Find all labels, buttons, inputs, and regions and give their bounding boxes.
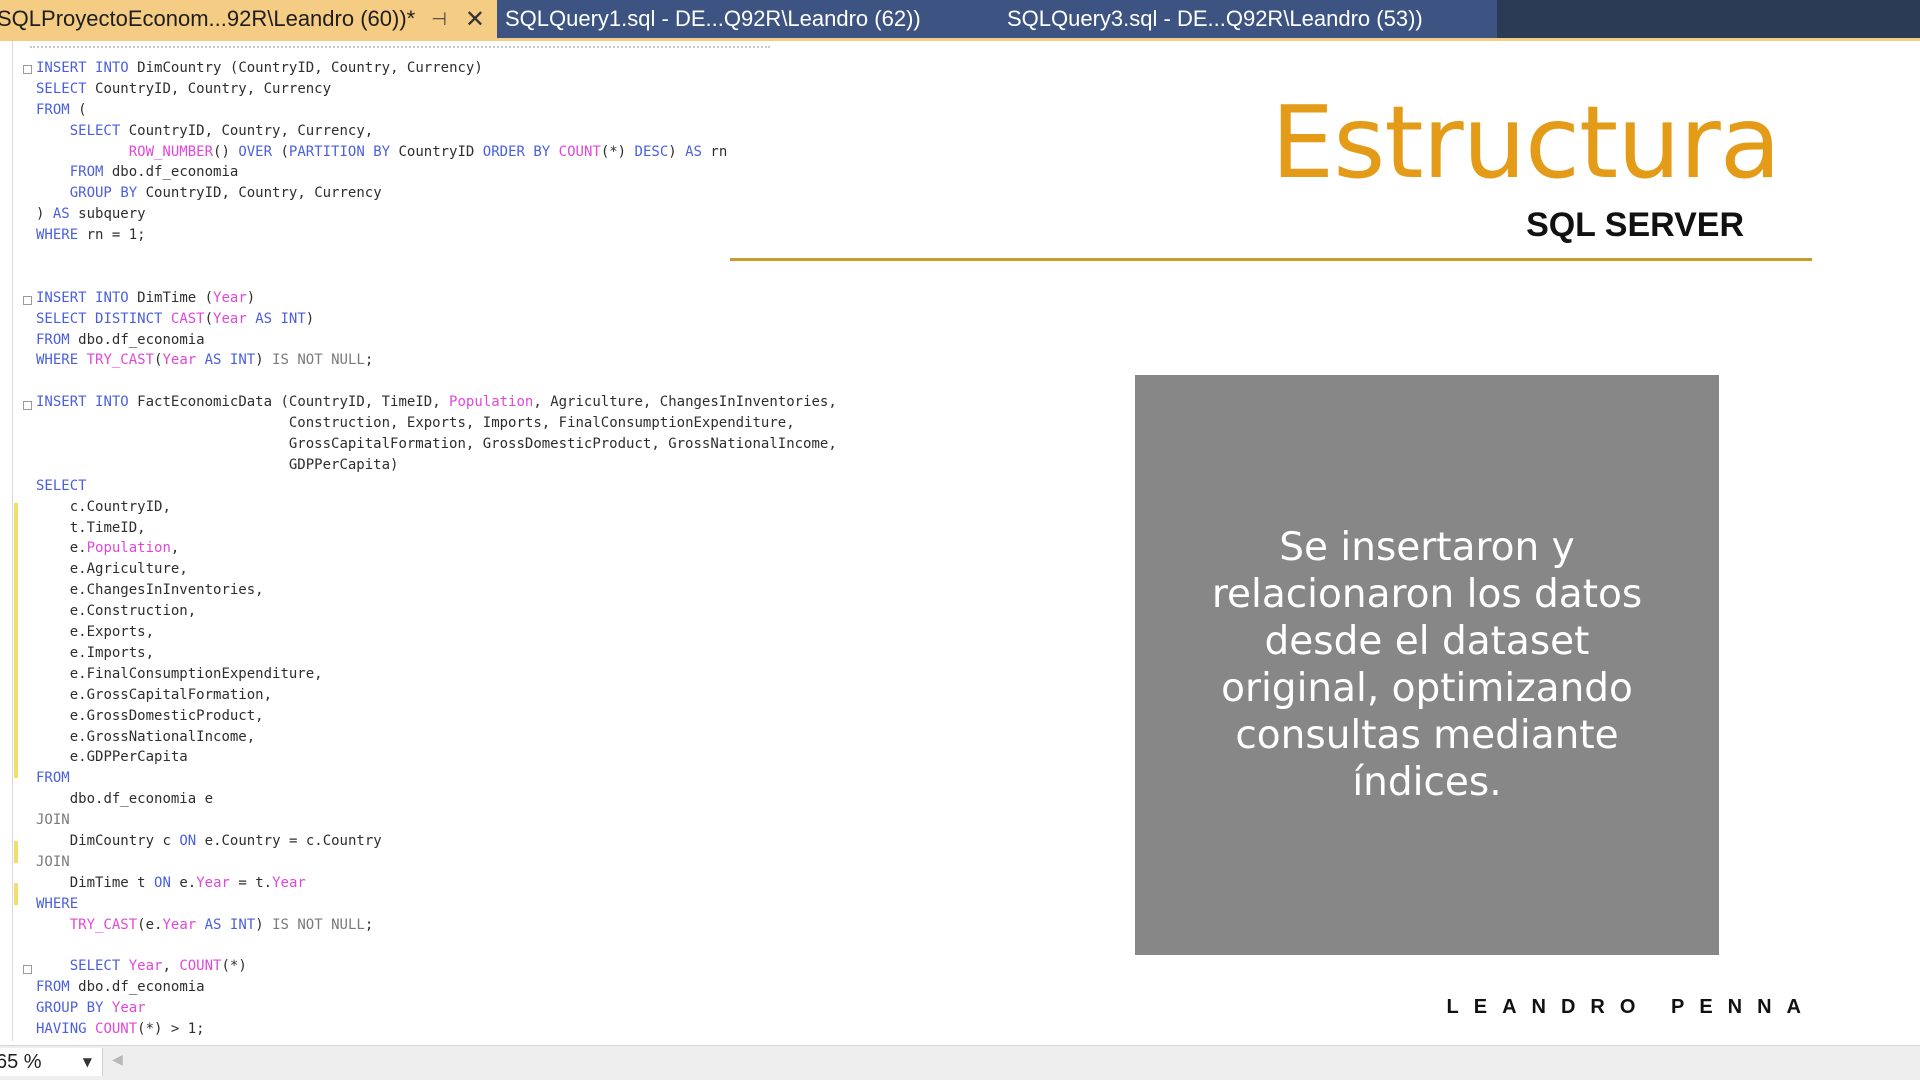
code-line: WHERE TRY_CAST(Year AS INT) IS NOT NULL; xyxy=(36,352,374,369)
editor-gutter xyxy=(12,41,13,1041)
code-line: JOIN xyxy=(36,853,70,870)
code-line: SELECT CountryID, Country, Currency, xyxy=(69,122,374,139)
code-line: SELECT DISTINCT CAST(Year AS INT) xyxy=(36,310,315,327)
code-text[interactable]: INSERT INTO DimCountry (CountryID, Count… xyxy=(36,58,837,1040)
code-line: GROUP BY Year xyxy=(36,1000,146,1017)
zoom-dropdown[interactable]: 65 % ▼ xyxy=(0,1048,103,1076)
code-line: e.ChangesInInventories, xyxy=(69,582,264,599)
change-marker xyxy=(14,883,18,905)
info-text: Se insertaron y relacionaron los datos d… xyxy=(1211,525,1643,805)
pin-icon[interactable]: ⊣ xyxy=(431,9,447,30)
code-line: Construction, Exports, Imports, FinalCon… xyxy=(288,415,795,432)
code-line: GROUP BY CountryID, Country, Currency xyxy=(69,185,382,202)
change-marker xyxy=(14,503,18,778)
fold-toggle-icon[interactable] xyxy=(23,296,32,305)
code-line: e.GrossNationalIncome, xyxy=(69,728,256,745)
code-line: e.GDPPerCapita xyxy=(69,749,188,766)
code-line: WHERE rn = 1; xyxy=(36,227,146,244)
code-line: INSERT INTO DimTime (Year) xyxy=(36,289,256,306)
tab-sqlproyecto[interactable]: SQLProyectoEconom...92R\Leandro (60))* ⊣… xyxy=(0,0,497,38)
dotted-separator xyxy=(30,46,770,48)
status-bar: 65 % ▼ ◀ xyxy=(0,1045,1920,1080)
code-line: e.Imports, xyxy=(69,644,155,661)
code-line: DimTime t ON e.Year = t.Year xyxy=(69,874,306,891)
code-line: e.Exports, xyxy=(69,624,155,641)
author-name: LEANDRO PENNA xyxy=(1446,996,1816,1018)
tab-label: SQLQuery1.sql - DE...Q92R\Leandro (62)) xyxy=(505,6,921,31)
code-line: GrossCapitalFormation, GrossDomesticProd… xyxy=(288,436,837,453)
info-box: Se insertaron y relacionaron los datos d… xyxy=(1135,375,1719,955)
code-line: e.Agriculture, xyxy=(69,561,188,578)
code-line: FROM dbo.df_economia xyxy=(69,164,239,181)
code-line: e.Construction, xyxy=(69,603,197,620)
tab-bar: SQLProyectoEconom...92R\Leandro (60))* ⊣… xyxy=(0,0,1920,38)
tab-label: SQLProyectoEconom...92R\Leandro (60))* xyxy=(0,6,416,31)
code-line: JOIN xyxy=(36,812,70,829)
zoom-level: 65 % xyxy=(0,1051,42,1073)
code-line: c.CountryID, xyxy=(69,498,171,515)
code-line: FROM dbo.df_economia xyxy=(36,979,205,996)
code-line: t.TimeID, xyxy=(69,519,146,536)
code-line: FROM dbo.df_economia xyxy=(36,331,205,348)
code-line: TRY_CAST(e.Year AS INT) IS NOT NULL; xyxy=(69,916,374,933)
fold-toggle-icon[interactable] xyxy=(23,965,32,974)
code-line: WHERE xyxy=(36,895,79,912)
code-line: ROW_NUMBER() OVER (PARTITION BY CountryI… xyxy=(128,143,728,160)
divider xyxy=(730,258,1812,261)
code-line: e.Population, xyxy=(69,540,180,557)
code-line: DimCountry c ON e.Country = c.Country xyxy=(69,832,382,849)
code-line: e.GrossCapitalFormation, xyxy=(69,686,273,703)
code-line: e.GrossDomesticProduct, xyxy=(69,707,264,724)
tab-sqlquery3[interactable]: SQLQuery3.sql - DE...Q92R\Leandro (53)) xyxy=(997,0,1497,38)
code-line: HAVING COUNT(*) > 1; xyxy=(36,1020,205,1037)
code-line: FROM ( xyxy=(36,101,87,118)
tab-sqlquery1[interactable]: SQLQuery1.sql - DE...Q92R\Leandro (62)) xyxy=(497,0,997,38)
page-title: Estructura xyxy=(1271,84,1781,201)
code-line: GDPPerCapita) xyxy=(288,456,399,473)
scroll-left-icon[interactable]: ◀ xyxy=(112,1052,123,1068)
tab-label: SQLQuery3.sql - DE...Q92R\Leandro (53)) xyxy=(1007,6,1423,31)
code-line: ) AS subquery xyxy=(36,206,146,223)
code-line: dbo.df_economia e xyxy=(69,791,214,808)
fold-toggle-icon[interactable] xyxy=(23,65,32,74)
code-line: SELECT CountryID, Country, Currency xyxy=(36,80,332,97)
page-subtitle: SQL SERVER xyxy=(1526,206,1744,244)
change-marker xyxy=(14,841,18,863)
fold-toggle-icon[interactable] xyxy=(23,401,32,410)
code-line: INSERT INTO DimCountry (CountryID, Count… xyxy=(36,60,483,76)
code-line: FROM xyxy=(36,770,70,787)
code-line: e.FinalConsumptionExpenditure, xyxy=(69,665,323,682)
code-line: SELECT xyxy=(36,477,87,494)
close-icon[interactable]: ✕ xyxy=(465,5,485,34)
chevron-down-icon[interactable]: ▼ xyxy=(83,1055,92,1069)
code-line: INSERT INTO FactEconomicData (CountryID,… xyxy=(36,394,837,411)
code-line: SELECT Year, COUNT(*) xyxy=(69,958,247,975)
